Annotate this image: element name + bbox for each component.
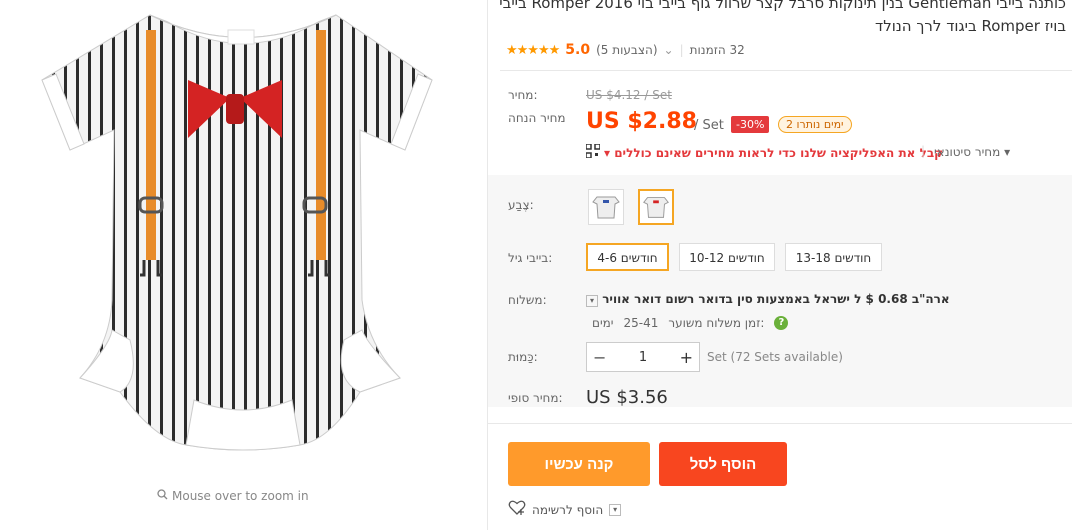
size-option-13-18[interactable]: חודשים 13-18	[785, 243, 882, 271]
product-title: כותנה בייבי Gentleman בנין תינוקות סרבל …	[499, 0, 1066, 35]
buy-now-button[interactable]: קנה עכשיו	[508, 442, 650, 486]
rating-score: 5.0	[565, 42, 591, 58]
actions-divider	[488, 423, 1072, 424]
quantity-stepper[interactable]: − 1 +	[586, 342, 700, 372]
discount-price-label: מחיר הנחה	[508, 111, 566, 125]
header-divider	[500, 70, 1072, 71]
heart-plus-icon[interactable]	[508, 500, 526, 519]
final-price-label: מחיר סופי:	[508, 391, 563, 405]
product-image-romper[interactable]	[0, 0, 487, 480]
minus-icon[interactable]: −	[593, 348, 606, 367]
app-promo-text: קבל את האפליקציה שלנו כדי לראות מחירים ש…	[604, 145, 943, 160]
chevron-down-icon[interactable]: ▾	[586, 295, 598, 307]
chevron-down-icon[interactable]: ▾	[609, 503, 622, 516]
product-gallery[interactable]: Mouse over to zoom in	[0, 0, 487, 530]
quantity-value[interactable]: 1	[639, 350, 647, 365]
qr-code-icon	[585, 143, 601, 161]
shipping-time-unit: ימים	[592, 316, 614, 330]
size-option-4-6[interactable]: חודשים 4-6	[586, 243, 669, 271]
rating-row: ★★★★★ 5.0 (5 הצבעות) ⌄ | 32 הזמנות	[506, 42, 745, 58]
app-promo-link[interactable]: קבל את האפליקציה שלנו כדי לראות מחירים ש…	[585, 143, 943, 161]
final-price: US $3.56	[586, 387, 668, 408]
wishlist-text: הוסף לרשימה	[532, 502, 604, 517]
promo-separator: |	[921, 144, 926, 158]
quantity-available: Set (72 Sets available)	[707, 350, 843, 364]
shipping-time: ימים 25-41 זמן משלוח משוער: ?	[592, 316, 789, 330]
options-panel	[488, 175, 1072, 407]
sale-price: US $2.88	[586, 109, 697, 134]
color-swatch-blue-bow[interactable]	[588, 189, 624, 225]
meta-separator: |	[679, 43, 684, 57]
color-swatch-red-bow[interactable]	[638, 189, 674, 225]
shipping-method[interactable]: ארה"ב 0.68 $ ל ישראל באמצעות סין בדואר ר…	[586, 292, 950, 307]
magnifier-icon	[157, 489, 168, 503]
shipping-time-label: זמן משלוח משוער:	[668, 316, 765, 330]
orders-count: 32 הזמנות	[689, 43, 745, 57]
wishlist-row[interactable]: הוסף לרשימה ▾	[508, 500, 622, 519]
quantity-label: כַּמוּת:	[508, 350, 538, 364]
color-label: צֶבַע:	[508, 198, 534, 212]
price-unit: / Set	[694, 118, 724, 133]
price-label: מחיר:	[508, 88, 538, 102]
zoom-hint-text: Mouse over to zoom in	[172, 489, 309, 503]
product-details: כותנה בייבי Gentleman בנין תינוקות סרבל …	[488, 0, 1072, 530]
original-price: US $4.12 / Set	[586, 88, 672, 102]
shipping-method-text: ארה"ב 0.68 $ ל ישראל באמצעות סין בדואר ר…	[602, 292, 950, 306]
size-label: בייבי גיל:	[508, 251, 553, 265]
shipping-label: משלוח:	[508, 293, 547, 307]
add-to-cart-button[interactable]: הוסף לסל	[659, 442, 787, 486]
days-left-badge: ימים נותרו 2	[778, 116, 852, 133]
rating-count[interactable]: (5 הצבעות)	[596, 43, 657, 57]
chevron-down-icon[interactable]: ⌄	[664, 43, 674, 57]
rating-stars-icon: ★★★★★	[506, 42, 560, 58]
zoom-hint: Mouse over to zoom in	[157, 489, 309, 503]
plus-icon[interactable]: +	[680, 348, 693, 367]
shipping-time-value: 25-41	[623, 316, 659, 330]
discount-badge: -30%	[731, 116, 770, 133]
help-icon[interactable]: ?	[774, 316, 789, 330]
wholesale-price-toggle[interactable]: מחיר סיטונאי ▾	[934, 145, 1010, 159]
size-option-10-12[interactable]: חודשים 10-12	[679, 243, 775, 271]
